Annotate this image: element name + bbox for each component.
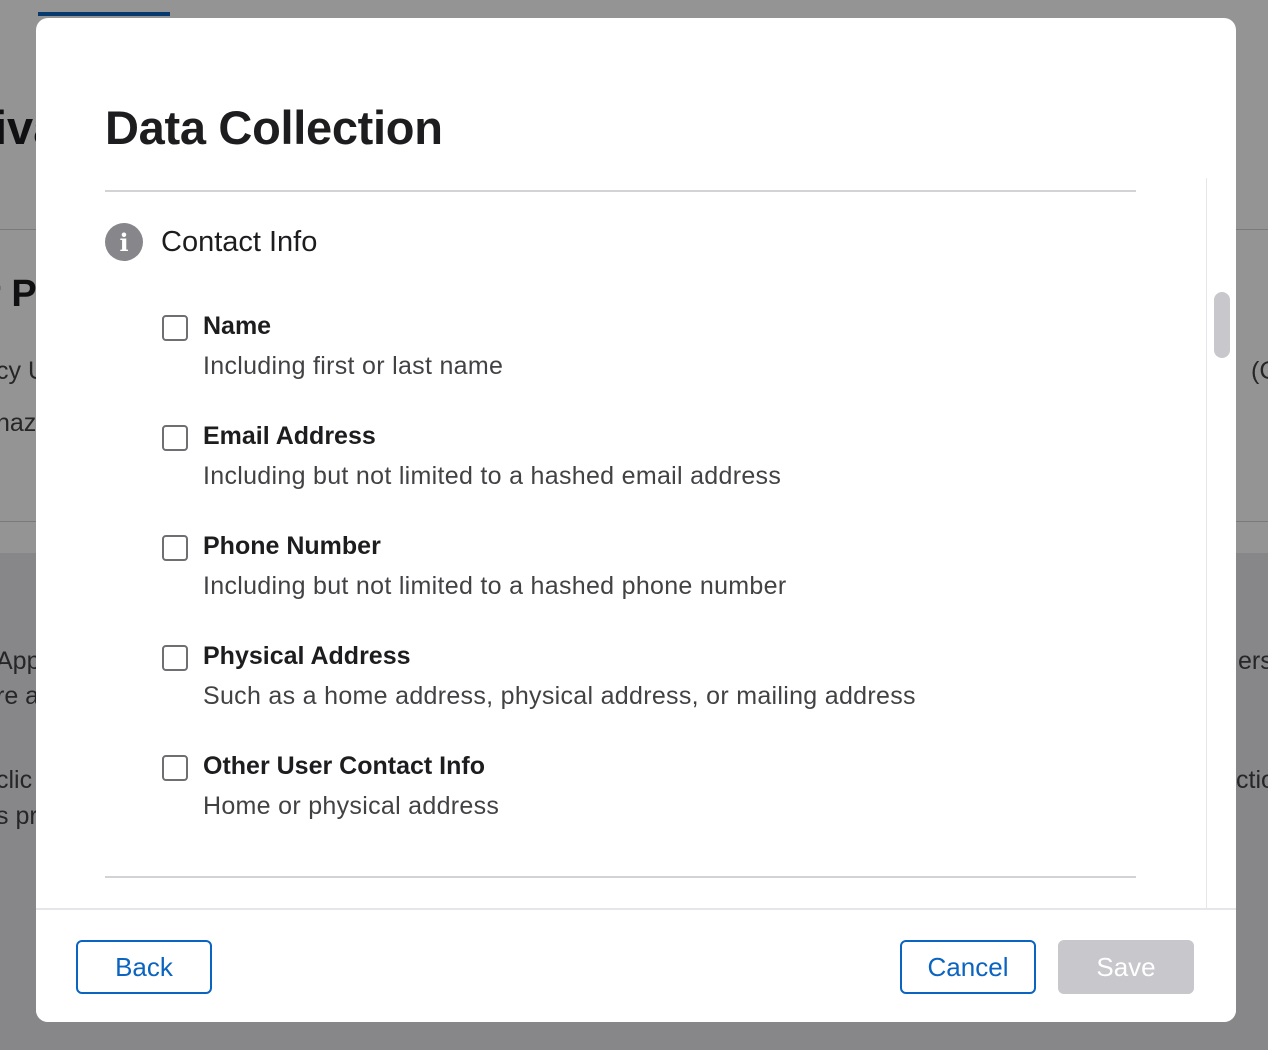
checkbox-name[interactable]	[162, 315, 188, 341]
section-header: i Contact Info	[105, 223, 317, 261]
info-icon[interactable]: i	[105, 223, 143, 261]
option-label[interactable]: Email Address	[203, 422, 376, 451]
option-description: Such as a home address, physical address…	[203, 682, 916, 710]
option-description: Home or physical address	[203, 792, 500, 820]
divider	[105, 876, 1136, 878]
option-label[interactable]: Phone Number	[203, 532, 381, 561]
option-label[interactable]: Name	[203, 312, 271, 341]
dialog-footer: Back Cancel Save	[36, 908, 1236, 1022]
save-button[interactable]: Save	[1058, 940, 1194, 994]
scrollbar[interactable]	[1206, 178, 1236, 908]
dialog-title: Data Collection	[105, 101, 443, 154]
option-label[interactable]: Physical Address	[203, 642, 411, 671]
option-description: Including but not limited to a hashed em…	[203, 462, 782, 490]
checkbox-phone-number[interactable]	[162, 535, 188, 561]
scrollbar-thumb[interactable]	[1214, 292, 1230, 358]
divider	[105, 190, 1136, 192]
dialog-body[interactable]: i Contact Info Name Including first or l…	[36, 178, 1236, 908]
option-description: Including first or last name	[203, 352, 504, 380]
checkbox-email-address[interactable]	[162, 425, 188, 451]
checkbox-physical-address[interactable]	[162, 645, 188, 671]
checkbox-other-user-contact-info[interactable]	[162, 755, 188, 781]
option-label[interactable]: Other User Contact Info	[203, 752, 485, 781]
back-button[interactable]: Back	[76, 940, 212, 994]
data-collection-dialog: Data Collection i Contact Info Name Incl…	[36, 18, 1236, 1022]
cancel-button[interactable]: Cancel	[900, 940, 1036, 994]
section-title: Contact Info	[161, 225, 318, 258]
option-description: Including but not limited to a hashed ph…	[203, 572, 787, 600]
